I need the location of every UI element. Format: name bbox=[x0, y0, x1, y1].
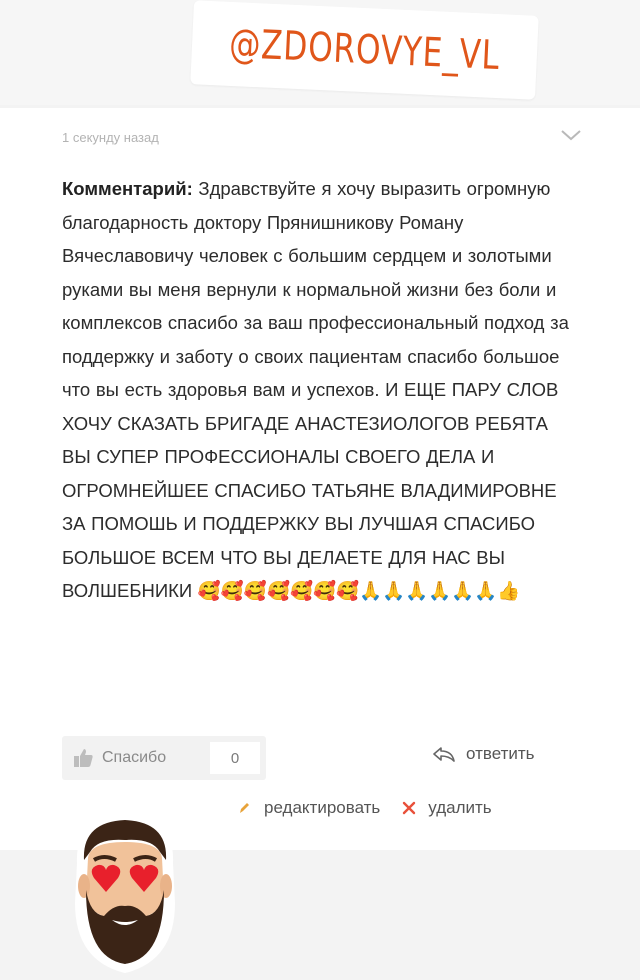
delete-link[interactable]: удалить bbox=[428, 798, 491, 818]
chevron-down-icon[interactable] bbox=[560, 128, 582, 142]
reply-arrow-icon bbox=[433, 747, 455, 762]
close-icon bbox=[403, 801, 416, 815]
emoji-line: 🥰🥰🥰🥰🥰🥰🥰🙏🙏🙏🙏🙏🙏👍 bbox=[197, 580, 521, 601]
edit-link[interactable]: редактировать bbox=[264, 798, 380, 818]
handle-text: @ZDOROVYE_VL bbox=[228, 20, 501, 80]
reply-button[interactable]: ответить bbox=[432, 744, 535, 764]
comment-text: Комментарий: Здравствуйте я хочу выразит… bbox=[62, 172, 582, 608]
reply-label: ответить bbox=[466, 744, 535, 763]
pencil-icon bbox=[240, 803, 249, 813]
thanks-label: Спасибо bbox=[102, 749, 167, 766]
thanks-count: 0 bbox=[210, 742, 260, 774]
comment-card: 1 секунду назад Комментарий: Здравствуйт… bbox=[0, 108, 640, 850]
comment-body: Здравствуйте я хочу выразить огромную бл… bbox=[62, 178, 569, 601]
comment-actions: редактировать удалить bbox=[238, 798, 492, 818]
thanks-button[interactable]: Спасибо 0 bbox=[62, 736, 266, 780]
comment-label: Комментарий: bbox=[62, 178, 193, 199]
comment-timestamp: 1 секунду назад bbox=[62, 130, 159, 145]
thumbs-up-icon bbox=[74, 749, 93, 767]
handle-sticker: @ZDOROVYE_VL bbox=[190, 0, 539, 100]
memoji-avatar bbox=[74, 812, 176, 974]
